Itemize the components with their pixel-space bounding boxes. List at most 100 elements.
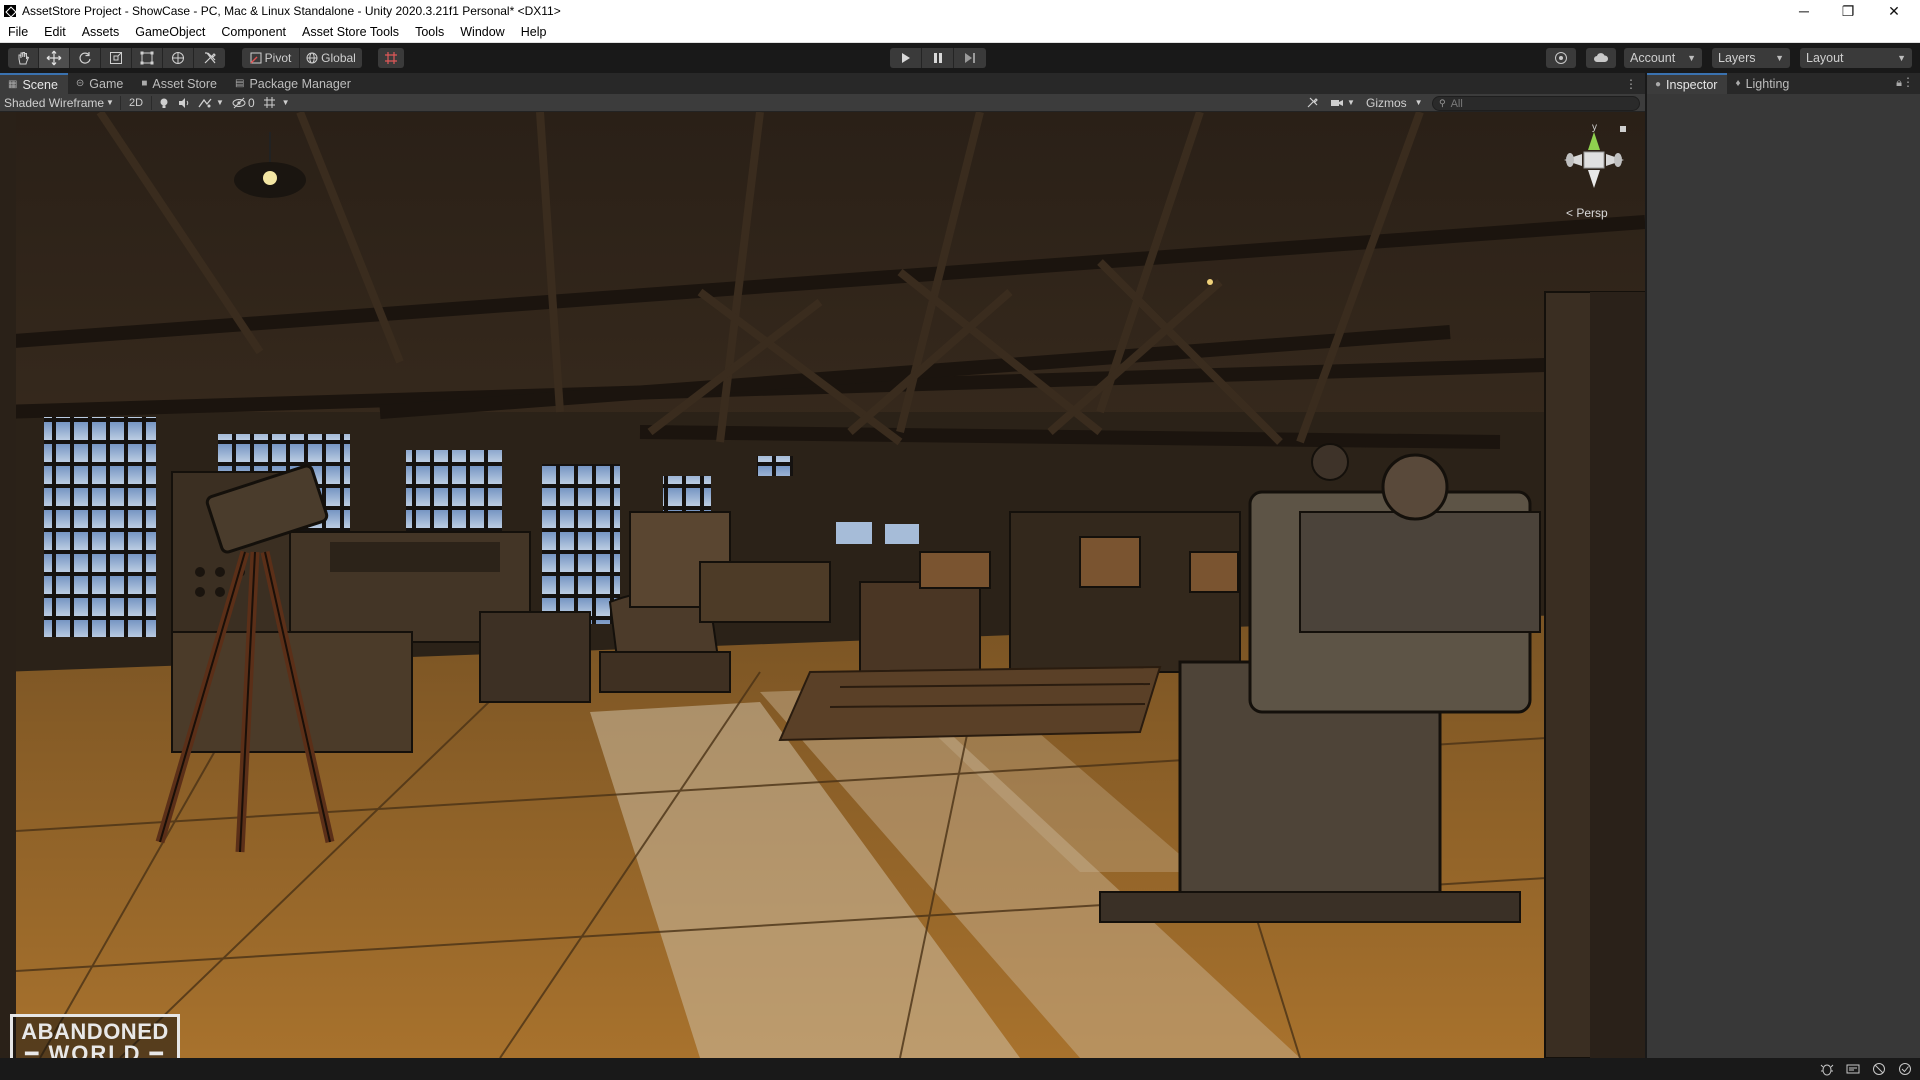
scene-audio-toggle[interactable] [174,94,194,112]
tab-scene-label: Scene [22,77,58,92]
info-icon: ● [1655,79,1662,90]
tab-lighting-label: Lighting [1745,76,1790,91]
warehouse-scene-render [0,112,1645,1058]
kebab-menu-icon[interactable]: ⋮ [1625,73,1639,94]
rotate-tool-button[interactable] [70,48,101,68]
menu-gameobject[interactable]: GameObject [127,25,213,39]
maximize-button[interactable]: ❐ [1826,0,1870,22]
camera-icon [1331,99,1343,106]
scene-tools-button[interactable] [1302,94,1323,112]
tab-package-manager[interactable]: ▤ Package Manager [227,73,361,94]
scale-tool-button[interactable] [101,48,132,68]
play-icon [901,53,910,63]
menu-assets[interactable]: Assets [74,25,128,39]
menu-tools[interactable]: Tools [407,25,452,39]
grid-toggle[interactable]: ▼ [259,94,294,112]
draw-mode-dropdown[interactable]: Shaded Wireframe ▼ [0,94,118,112]
chevron-down-icon: ▼ [281,98,290,107]
collab-button[interactable] [1546,48,1576,68]
toggle-2d-button[interactable]: 2D [123,94,149,112]
progress-icon[interactable] [1846,1062,1860,1076]
kebab-menu-icon[interactable]: ⋮ [1902,75,1914,89]
projection-toggle[interactable]: < Persp [1566,206,1608,220]
gizmos-label: Gizmos [1366,95,1407,110]
move-arrows-icon [46,50,62,66]
grid-snap-button[interactable] [378,48,404,68]
layers-dropdown[interactable]: Layers ▼ [1712,48,1790,68]
step-button[interactable] [954,48,986,68]
eye-slash-icon [232,97,246,108]
grid-snap-icon [385,52,397,64]
global-label: Global [321,51,356,65]
tab-lighting[interactable]: ♦ Lighting [1727,73,1799,94]
menu-bar: File Edit Assets GameObject Component As… [0,22,1920,43]
rect-transform-icon [140,51,154,65]
cloud-button[interactable] [1586,48,1616,68]
auto-generate-lighting-icon[interactable] [1898,1062,1912,1076]
tab-scene[interactable]: ▦ Scene [0,73,68,94]
rect-tool-button[interactable] [132,48,163,68]
menu-file[interactable]: File [0,25,36,39]
chevron-down-icon: ▼ [1687,53,1696,63]
move-tool-button[interactable] [39,48,70,68]
menu-edit[interactable]: Edit [36,25,74,39]
bulb-icon: ♦ [1735,78,1741,89]
transform-icon [172,52,184,64]
divider [151,95,153,110]
scene-tab-strip: ▦ Scene ⊝ Game ■ Asset Store ▤ Package M… [0,73,1645,94]
minimize-button[interactable]: ─ [1782,0,1826,22]
tab-game[interactable]: ⊝ Game [68,73,133,94]
main-toolbar: Pivot Global Account ▼ Layers ▼ Layout ▼ [0,43,1920,73]
close-button[interactable]: ✕ [1872,0,1916,22]
menu-asset-store-tools[interactable]: Asset Store Tools [294,25,407,39]
tab-inspector[interactable]: ● Inspector [1647,73,1728,94]
handle-toggles: Pivot Global [242,48,362,68]
menu-window[interactable]: Window [452,25,512,39]
gizmos-dropdown[interactable]: Gizmos ▼ [1362,94,1427,112]
bug-icon[interactable] [1820,1062,1834,1076]
pivot-toggle[interactable]: Pivot [242,48,300,68]
gizmo-lock-icon[interactable] [1620,126,1626,132]
transform-tool-button[interactable] [163,48,194,68]
hand-tool-button[interactable] [8,48,39,68]
scene-orientation-gizmo[interactable]: y [1558,120,1630,220]
scene-viewport[interactable]: y < Persp ABANDONED ━ WORLD ━ [0,112,1645,1058]
abandoned-world-logo: ABANDONED ━ WORLD ━ [10,1014,180,1058]
account-dropdown[interactable]: Account ▼ [1624,48,1702,68]
logo-line-2: ━ WORLD ━ [25,1041,165,1059]
chevron-down-icon: ▼ [1347,98,1355,107]
divider [119,95,121,110]
global-toggle[interactable]: Global [300,48,362,68]
layout-dropdown[interactable]: Layout ▼ [1800,48,1912,68]
scene-effects-toggle[interactable]: ▼ [194,94,228,112]
transform-tools [8,48,225,68]
pause-button[interactable] [922,48,954,68]
window-title-bar: AssetStore Project - ShowCase - PC, Mac … [0,0,1920,22]
chevron-down-icon: ▼ [216,98,224,107]
speaker-icon [179,97,189,108]
tools-icon [1307,97,1318,108]
chevron-down-icon: ▼ [1775,53,1784,63]
collab-icon [1555,52,1567,64]
network-icon[interactable] [1872,1062,1886,1076]
step-icon [965,53,975,63]
camera-settings-dropdown[interactable]: ▼ [1326,94,1359,112]
custom-tool-button[interactable] [194,48,225,68]
play-button[interactable] [890,48,922,68]
lightbulb-icon [160,98,168,108]
menu-help[interactable]: Help [513,25,555,39]
tab-game-label: Game [89,76,124,91]
tab-asset-store-label: Asset Store [152,76,218,91]
scene-lighting-toggle[interactable] [154,94,174,112]
menu-component[interactable]: Component [213,25,294,39]
scene-search-input[interactable]: ⚲ All [1432,96,1640,111]
layers-label: Layers [1718,51,1756,65]
gamepad-icon: ⊝ [75,78,85,89]
scene-search-placeholder: All [1450,97,1463,110]
chevron-down-icon: ▼ [1414,98,1423,107]
effects-icon [198,98,212,107]
cloud-icon [1594,53,1609,62]
hidden-objects-counter[interactable]: 0 [228,94,259,112]
tab-asset-store[interactable]: ■ Asset Store [133,73,227,94]
tab-inspector-label: Inspector [1666,77,1718,92]
